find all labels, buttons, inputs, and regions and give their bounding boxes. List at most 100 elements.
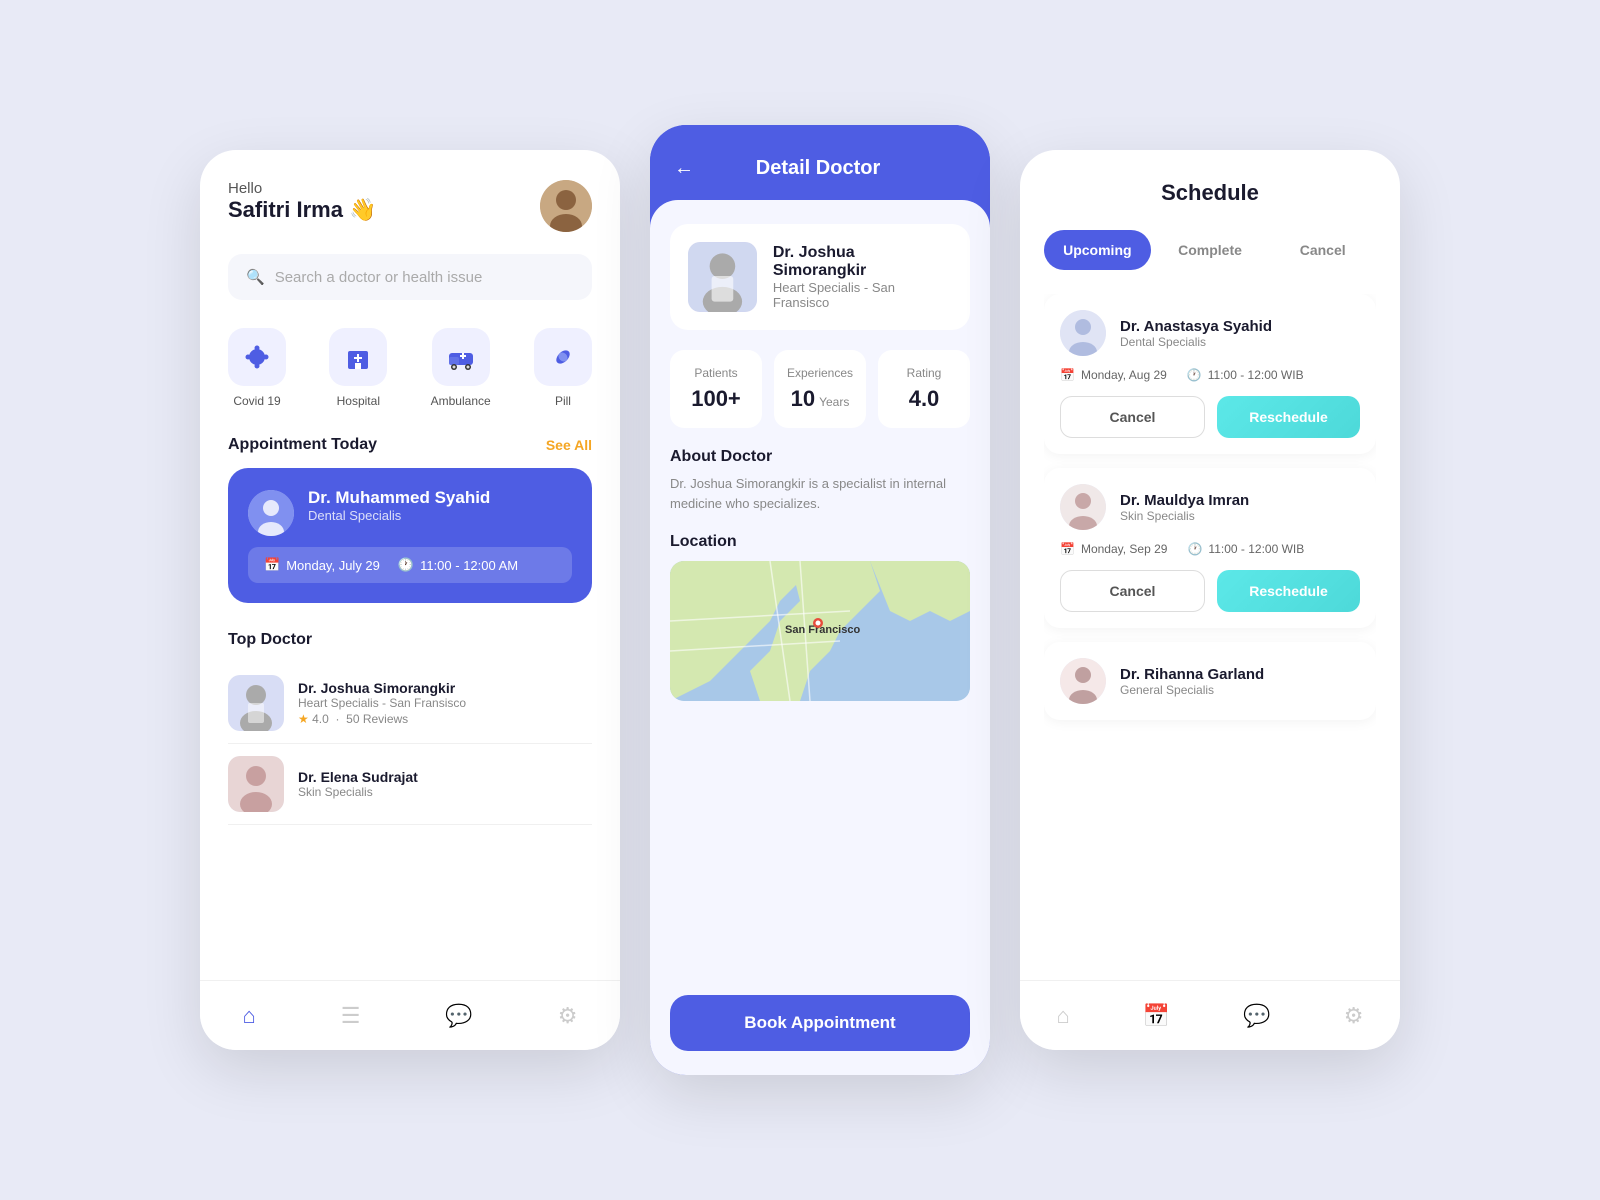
- hospital-icon: [344, 343, 372, 371]
- stat-experience: Experiences 10 Years: [774, 350, 866, 428]
- reschedule-button-1[interactable]: Reschedule: [1217, 396, 1360, 438]
- category-covid19[interactable]: Covid 19: [228, 328, 286, 408]
- schedule-item-1-top: Dr. Anastasya Syahid Dental Specialis: [1060, 310, 1360, 356]
- user-name: Safitri Irma 👋: [228, 197, 376, 223]
- mid-body: Dr. Joshua Simorangkir Heart Specialis -…: [650, 200, 990, 1075]
- sched-actions-2: Cancel Reschedule: [1060, 570, 1360, 612]
- appointment-time-item: 🕐 11:00 - 12:00 AM: [398, 557, 518, 573]
- right-nav-calendar-icon[interactable]: 📅: [1143, 1003, 1170, 1029]
- stat-patients-value: 100+: [682, 386, 750, 412]
- tab-upcoming[interactable]: Upcoming: [1044, 230, 1151, 270]
- sched-time-row-2: 📅 Monday, Sep 29 🕐 11:00 - 12:00 WIB: [1060, 542, 1360, 556]
- book-appointment-button[interactable]: Book Appointment: [670, 995, 970, 1051]
- right-nav-settings-icon[interactable]: ⚙: [1344, 1003, 1364, 1029]
- search-placeholder: Search a doctor or health issue: [275, 269, 483, 286]
- nav-settings-icon[interactable]: ⚙: [558, 1003, 578, 1029]
- appointment-time-text: 11:00 - 12:00 AM: [420, 558, 518, 573]
- appointment-time: 📅 Monday, July 29 🕐 11:00 - 12:00 AM: [248, 547, 572, 583]
- category-pill[interactable]: Pill: [534, 328, 592, 408]
- mid-header: ← Detail Doctor: [650, 125, 990, 200]
- greeting-block: Hello Safitri Irma 👋: [228, 180, 376, 223]
- see-all-button[interactable]: See All: [546, 437, 592, 453]
- appointment-title: Appointment Today: [228, 436, 377, 454]
- appointment-date-item: 📅 Monday, July 29: [264, 557, 380, 573]
- category-hospital[interactable]: Hospital: [329, 328, 387, 408]
- avatar: [540, 180, 592, 232]
- right-bottom-nav: ⌂ 📅 💬 ⚙: [1020, 980, 1400, 1050]
- top-doctor-title: Top Doctor: [228, 631, 312, 649]
- mid-header-title: Detail Doctor: [710, 157, 926, 180]
- sched-time-2: 🕐 11:00 - 12:00 WIB: [1187, 542, 1304, 556]
- stat-exp-sub: Years: [819, 395, 849, 409]
- map-placeholder: San Francisco: [670, 561, 970, 701]
- calendar-icon-1: 📅: [1060, 368, 1075, 382]
- appointment-date: Monday, July 29: [286, 558, 380, 573]
- search-bar[interactable]: 🔍 Search a doctor or health issue: [228, 254, 592, 300]
- right-nav-chat-icon[interactable]: 💬: [1243, 1003, 1270, 1029]
- svg-text:San Francisco: San Francisco: [785, 624, 860, 636]
- sched-date-1: 📅 Monday, Aug 29: [1060, 368, 1167, 382]
- sched-spec-2: Skin Specialis: [1120, 509, 1249, 523]
- review-count: 50 Reviews: [346, 712, 408, 726]
- calendar-icon: 📅: [264, 557, 280, 573]
- categories: Covid 19 Hospital: [228, 328, 592, 408]
- sched-date-text-1: Monday, Aug 29: [1081, 368, 1167, 382]
- stat-rating-value: 4.0: [890, 386, 958, 412]
- sched-avatar-3: [1060, 658, 1106, 704]
- stat-rating-label: Rating: [890, 366, 958, 380]
- doc-card-spec: Heart Specialis - San Fransisco: [773, 280, 952, 310]
- pill-icon: [549, 343, 577, 371]
- stat-patients-label: Patients: [682, 366, 750, 380]
- ambulance-icon: [447, 343, 475, 371]
- schedule-item-1: Dr. Anastasya Syahid Dental Specialis 📅 …: [1044, 294, 1376, 454]
- bottom-nav: ⌂ ☰ 💬 ⚙: [200, 980, 620, 1050]
- tab-cancel[interactable]: Cancel: [1269, 230, 1376, 270]
- doctor-row[interactable]: Dr. Joshua Simorangkir Heart Specialis -…: [228, 663, 592, 744]
- doctor-info: Dr. Joshua Simorangkir Heart Specialis -…: [298, 680, 466, 726]
- tab-complete[interactable]: Complete: [1157, 230, 1264, 270]
- back-button[interactable]: ←: [674, 157, 694, 180]
- sched-info-3: Dr. Rihanna Garland General Specialis: [1120, 666, 1264, 697]
- doctor-row-2[interactable]: Dr. Elena Sudrajat Skin Specialis: [228, 744, 592, 825]
- stat-rating: Rating 4.0: [878, 350, 970, 428]
- stat-patients: Patients 100+: [670, 350, 762, 428]
- nav-list-icon[interactable]: ☰: [341, 1003, 361, 1029]
- about-text: Dr. Joshua Simorangkir is a specialist i…: [670, 474, 970, 513]
- stats-row: Patients 100+ Experiences 10 Years Ratin…: [670, 350, 970, 428]
- sched-name-2: Dr. Mauldya Imran: [1120, 492, 1249, 509]
- mid-phone: ← Detail Doctor Dr. Joshua Simorangkir H…: [650, 125, 990, 1075]
- cancel-button-2[interactable]: Cancel: [1060, 570, 1205, 612]
- pill-label: Pill: [555, 394, 571, 408]
- stat-exp-value: 10: [791, 386, 815, 412]
- tab-group: Upcoming Complete Cancel: [1044, 230, 1376, 270]
- ambulance-label: Ambulance: [431, 394, 491, 408]
- right-phone: Schedule Upcoming Complete Cancel Dr. An…: [1020, 150, 1400, 1050]
- avatar-image: [540, 180, 592, 232]
- nav-home-icon[interactable]: ⌂: [242, 1003, 255, 1029]
- sched-spec-1: Dental Specialis: [1120, 335, 1272, 349]
- doctor-img: [228, 675, 284, 731]
- clock-icon-2: 🕐: [1187, 542, 1202, 556]
- appointment-doc-name: Dr. Muhammed Syahid: [308, 488, 490, 508]
- location-section: Location San Francisco: [670, 533, 970, 701]
- appointment-avatar: [248, 490, 294, 536]
- sched-time-text-2: 11:00 - 12:00 WIB: [1208, 542, 1304, 556]
- sched-name-3: Dr. Rihanna Garland: [1120, 666, 1264, 683]
- doctor-specialty-2: Skin Specialis: [298, 785, 418, 799]
- sched-date-text-2: Monday, Sep 29: [1081, 542, 1168, 556]
- category-ambulance[interactable]: Ambulance: [431, 328, 491, 408]
- covid-icon: [243, 343, 271, 371]
- sched-date-2: 📅 Monday, Sep 29: [1060, 542, 1167, 556]
- about-title: About Doctor: [670, 448, 970, 466]
- rating-value: 4.0: [312, 712, 329, 726]
- appointment-card[interactable]: Dr. Muhammed Syahid Dental Specialis 📅 M…: [228, 468, 592, 603]
- right-nav-home-icon[interactable]: ⌂: [1057, 1003, 1070, 1029]
- clock-icon: 🕐: [398, 557, 414, 573]
- doctor-rating: ★ 4.0 · 50 Reviews: [298, 712, 466, 726]
- schedule-title: Schedule: [1044, 180, 1376, 206]
- reschedule-button-2[interactable]: Reschedule: [1217, 570, 1360, 612]
- sched-time-text-1: 11:00 - 12:00 WIB: [1208, 368, 1304, 382]
- map-svg: San Francisco: [670, 561, 970, 701]
- nav-chat-icon[interactable]: 💬: [445, 1003, 472, 1029]
- cancel-button-1[interactable]: Cancel: [1060, 396, 1205, 438]
